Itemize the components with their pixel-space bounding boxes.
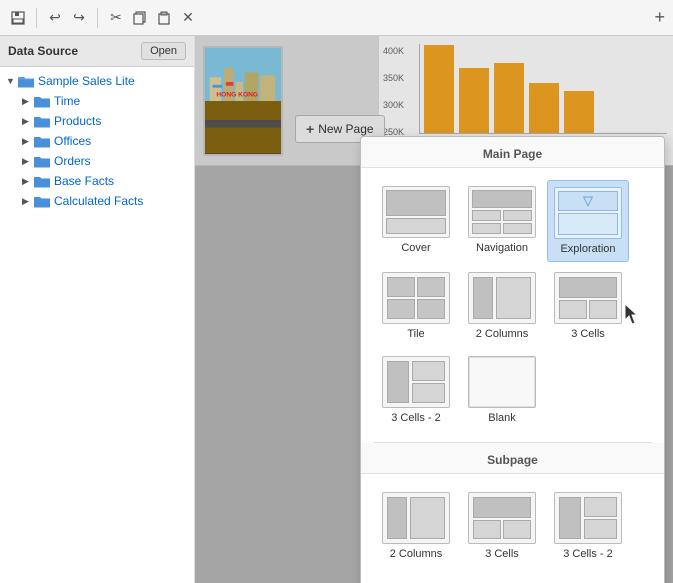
navigation-tile-label: Navigation (476, 242, 528, 254)
tile-sub-3cells[interactable]: 3 Cells (461, 486, 543, 566)
subpage-section-title: Subpage (361, 443, 664, 474)
toolbar-divider-2 (97, 8, 98, 28)
folder-icon-time (34, 94, 50, 108)
navigation-preview (468, 186, 536, 238)
sub-3cells-tile-label: 3 Cells (485, 548, 519, 560)
exploration-tile-label: Exploration (560, 243, 615, 255)
tile-exploration[interactable]: ▽ Exploration (547, 180, 629, 262)
sub-3cells-preview (468, 492, 536, 544)
tile-3cells[interactable]: 3 Cells (547, 266, 629, 346)
3cells2-tile-label: 3 Cells - 2 (391, 412, 441, 424)
tile-sub-2columns[interactable]: 2 Columns (375, 486, 457, 566)
3cells-tile-label: 3 Cells (571, 328, 605, 340)
tree-item-time-label: Time (54, 94, 80, 108)
undo-icon[interactable]: ↩ (45, 8, 65, 28)
tree-arrow-offices: ▶ (22, 136, 32, 146)
tree-arrow-root: ▼ (6, 76, 16, 86)
sub-3cells2-tile-label: 3 Cells - 2 (563, 548, 613, 560)
3cells-preview (554, 272, 622, 324)
add-plus-icon[interactable]: + (654, 7, 665, 28)
open-button[interactable]: Open (141, 42, 186, 60)
main-page-section-title: Main Page (361, 137, 664, 168)
close-icon[interactable]: ✕ (178, 8, 198, 28)
tile-tile[interactable]: Tile (375, 266, 457, 346)
3cells2-preview (382, 356, 450, 408)
tree-item-products-label: Products (54, 114, 101, 128)
tree-arrow-base-facts: ▶ (22, 176, 32, 186)
tree-item-offices-label: Offices (54, 134, 91, 148)
tile-cover[interactable]: Cover (375, 180, 457, 262)
cover-tile-label: Cover (401, 242, 430, 254)
sidebar-item-time[interactable]: ▶ Time (0, 91, 194, 111)
folder-icon-products (34, 114, 50, 128)
subpage-tiles-grid: 2 Columns (361, 474, 664, 578)
folder-icon-offices (34, 134, 50, 148)
folder-icon-base-facts (34, 174, 50, 188)
toolbar: ↩ ↪ ✂ ✕ + (0, 0, 673, 36)
2columns-preview (468, 272, 536, 324)
modal-overlay[interactable]: Main Page Cover (195, 36, 673, 583)
tree-arrow-time: ▶ (22, 96, 32, 106)
new-page-modal: Main Page Cover (360, 136, 665, 583)
tree-arrow-products: ▶ (22, 116, 32, 126)
tile-3cells-2[interactable]: 3 Cells - 2 (375, 350, 457, 430)
tile-tile-label: Tile (407, 328, 424, 340)
sidebar-item-orders[interactable]: ▶ Orders (0, 151, 194, 171)
tree-root-label: Sample Sales Lite (38, 74, 135, 88)
tree-arrow-orders: ▶ (22, 156, 32, 166)
cover-preview (382, 186, 450, 238)
tree-item-base-facts-label: Base Facts (54, 174, 114, 188)
sidebar: Data Source Open ▼ Sample Sales Lite ▶ T… (0, 36, 195, 583)
sub-3cells2-preview (554, 492, 622, 544)
main-page-tiles-grid: Cover (361, 168, 664, 442)
tile-2columns[interactable]: 2 Columns (461, 266, 543, 346)
tree-root-item[interactable]: ▼ Sample Sales Lite (0, 71, 194, 91)
cut-icon[interactable]: ✂ (106, 8, 126, 28)
sidebar-header: Data Source Open (0, 36, 194, 67)
blank-preview (468, 356, 536, 408)
tree-item-calc-facts-label: Calculated Facts (54, 194, 143, 208)
toolbar-divider-1 (36, 8, 37, 28)
folder-icon-root (18, 74, 34, 88)
exploration-preview: ▽ (554, 187, 622, 239)
sidebar-item-calculated-facts[interactable]: ▶ Calculated Facts (0, 191, 194, 211)
2columns-tile-label: 2 Columns (476, 328, 529, 340)
content-area: HONG KONG 400K 350K 300K 250K (195, 36, 673, 583)
data-source-title: Data Source (8, 44, 78, 58)
blank-tile-label: Blank (488, 412, 516, 424)
main-layout: Data Source Open ▼ Sample Sales Lite ▶ T… (0, 36, 673, 583)
sidebar-item-offices[interactable]: ▶ Offices (0, 131, 194, 151)
sidebar-item-products[interactable]: ▶ Products (0, 111, 194, 131)
sidebar-item-base-facts[interactable]: ▶ Base Facts (0, 171, 194, 191)
sub-2columns-preview (382, 492, 450, 544)
save-icon[interactable] (8, 8, 28, 28)
tree-arrow-calc-facts: ▶ (22, 196, 32, 206)
tile-navigation[interactable]: Navigation (461, 180, 543, 262)
tile-blank[interactable]: Blank (461, 350, 543, 430)
tile-sub-3cells-2[interactable]: 3 Cells - 2 (547, 486, 629, 566)
folder-icon-calc-facts (34, 194, 50, 208)
sub-2columns-tile-label: 2 Columns (390, 548, 443, 560)
tree-item-orders-label: Orders (54, 154, 91, 168)
paste-icon[interactable] (154, 8, 174, 28)
tile-tile-preview (382, 272, 450, 324)
folder-icon-orders (34, 154, 50, 168)
sidebar-tree: ▼ Sample Sales Lite ▶ Time ▶ Products (0, 67, 194, 215)
modal-bottom-padding (361, 578, 664, 583)
redo-icon[interactable]: ↪ (69, 8, 89, 28)
copy-icon[interactable] (130, 8, 150, 28)
